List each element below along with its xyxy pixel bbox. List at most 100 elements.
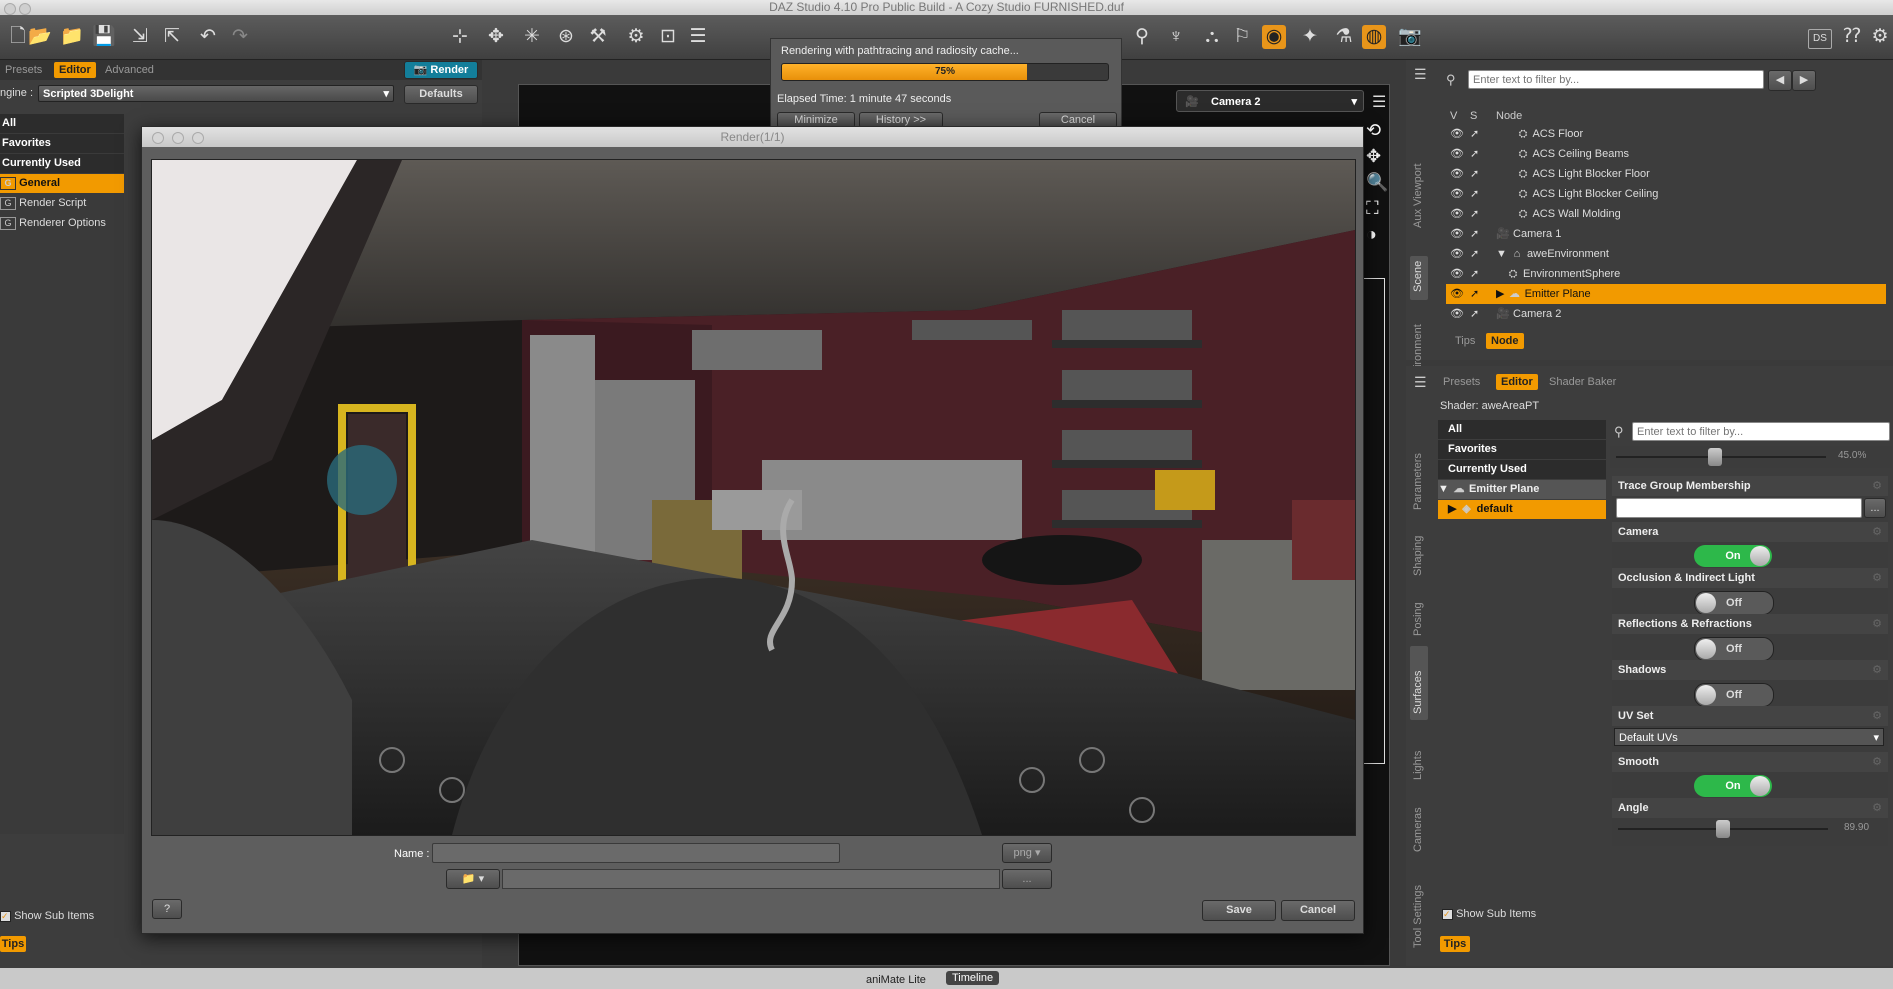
merge-icon[interactable]: 📁	[60, 25, 84, 49]
render-settings-icon[interactable]: ◉	[1262, 25, 1286, 49]
property-filter-input[interactable]	[1632, 422, 1890, 441]
vtab-shaping[interactable]: Shaping	[1412, 536, 1424, 576]
joint-editor-icon[interactable]: ✳	[520, 25, 544, 49]
vtab-aux-viewport[interactable]: Aux Viewport	[1412, 163, 1424, 228]
category-favorites[interactable]: Favorites	[0, 134, 124, 153]
tab-presets[interactable]: Presets	[0, 62, 47, 78]
tips-tab[interactable]: Tips	[0, 936, 26, 952]
scene-node[interactable]: 👁 ➚ ⛭ ACS Floor	[1446, 124, 1886, 144]
cancel-render-window-button[interactable]: Cancel	[1281, 900, 1355, 921]
toggle-switch[interactable]: Off	[1694, 683, 1774, 707]
scripting-icon[interactable]: ⚗	[1332, 25, 1356, 49]
selectable-arrow-icon[interactable]: ➚	[1470, 124, 1479, 144]
visibility-eye-icon[interactable]: 👁	[1450, 224, 1464, 244]
property-gear-icon[interactable]: ⚙	[1872, 801, 1882, 814]
tab-editor[interactable]: Editor	[1496, 374, 1538, 390]
vtab-parameters[interactable]: Parameters	[1412, 453, 1424, 510]
scene-node[interactable]: 👁 ➚ ▶ ☁ Emitter Plane	[1446, 284, 1886, 304]
visibility-eye-icon[interactable]: 👁	[1450, 264, 1464, 284]
vtab-surfaces[interactable]: Surfaces	[1412, 671, 1424, 714]
render-camera-icon[interactable]: 📷	[1398, 25, 1422, 49]
visibility-eye-icon[interactable]: 👁	[1450, 124, 1464, 144]
scene-node[interactable]: 👁 ➚ ⛭ ACS Light Blocker Ceiling	[1446, 184, 1886, 204]
name-input[interactable]	[432, 843, 840, 863]
minimize-window-icon[interactable]	[19, 3, 31, 15]
toggle-switch[interactable]: Off	[1694, 637, 1774, 661]
universal-tool-icon[interactable]: ✥	[484, 25, 508, 49]
scene-node[interactable]: 👁 ➚ ⛭ EnvironmentSphere	[1446, 264, 1886, 284]
visibility-eye-icon[interactable]: 👁	[1450, 304, 1464, 320]
column-selectable[interactable]: S	[1470, 110, 1477, 122]
property-gear-icon[interactable]: ⚙	[1872, 525, 1882, 538]
render-item-renderer-options[interactable]: G Renderer Options	[0, 214, 124, 233]
property-gear-icon[interactable]: ⚙	[1872, 479, 1882, 492]
tab-animate-lite[interactable]: aniMate Lite	[866, 974, 926, 986]
expand-icon[interactable]: ▼	[1438, 483, 1449, 495]
tab-presets[interactable]: Presets	[1438, 374, 1485, 390]
format-select[interactable]: png ▾	[1002, 843, 1052, 863]
help-button[interactable]: ?	[152, 899, 182, 919]
spot-render-icon[interactable]: ◍	[1362, 25, 1386, 49]
figure-tool-icon[interactable]: ♆	[1164, 25, 1188, 49]
open-icon[interactable]: 📂	[28, 25, 52, 49]
slider-handle[interactable]	[1716, 820, 1730, 838]
selectable-arrow-icon[interactable]: ➚	[1470, 224, 1479, 244]
visibility-eye-icon[interactable]: 👁	[1450, 204, 1464, 224]
selectable-arrow-icon[interactable]: ➚	[1470, 184, 1479, 204]
selectable-arrow-icon[interactable]: ➚	[1470, 284, 1479, 304]
surface-tree-emitter-plane[interactable]: ▼ ☁ Emitter Plane	[1438, 480, 1606, 499]
pan-icon[interactable]: ✥	[1366, 146, 1381, 167]
render-button[interactable]: 📷 Render	[404, 61, 478, 79]
selectable-arrow-icon[interactable]: ➚	[1470, 264, 1479, 284]
property-gear-icon[interactable]: ⚙	[1872, 709, 1882, 722]
tab-shader-baker[interactable]: Shader Baker	[1544, 374, 1621, 390]
scene-node[interactable]: 👁 ➚ ⛭ ACS Wall Molding	[1446, 204, 1886, 224]
surface-select-icon[interactable]: ⚲	[1130, 25, 1154, 49]
trace-group-input[interactable]	[1616, 498, 1862, 518]
vtab-tool-settings[interactable]: Tool Settings	[1412, 885, 1424, 948]
content-icon[interactable]: ⚐	[1230, 25, 1254, 49]
tips-tab[interactable]: Tips	[1440, 936, 1470, 952]
scene-node[interactable]: 👁 ➚ ⛭ ACS Ceiling Beams	[1446, 144, 1886, 164]
region-nav-icon[interactable]: ⊡	[656, 25, 680, 49]
tab-editor[interactable]: Editor	[54, 62, 96, 78]
property-gear-icon[interactable]: ⚙	[1872, 617, 1882, 630]
slider-handle[interactable]	[1708, 448, 1722, 466]
vtab-lights[interactable]: Lights	[1412, 751, 1424, 780]
top-slider[interactable]: 45.0%	[1610, 446, 1892, 468]
help-icon[interactable]: ⁇	[1840, 25, 1864, 49]
orbit-icon[interactable]: ⟲	[1366, 120, 1381, 141]
selectable-arrow-icon[interactable]: ➚	[1470, 304, 1479, 320]
ds-logo[interactable]: DS	[1808, 29, 1832, 49]
close-window-icon[interactable]	[4, 3, 16, 15]
property-gear-icon[interactable]: ⚙	[1872, 571, 1882, 584]
toggle-switch[interactable]: On	[1694, 545, 1772, 567]
redo-icon[interactable]: ↷	[228, 25, 252, 49]
selectable-arrow-icon[interactable]: ➚	[1470, 144, 1479, 164]
property-gear-icon[interactable]: ⚙	[1872, 755, 1882, 768]
pose-tool-icon[interactable]: ⚙	[624, 25, 648, 49]
frame-icon[interactable]: ⛶	[1366, 198, 1379, 219]
pane-menu-icon[interactable]: ☰	[1414, 66, 1427, 83]
uv-set-select[interactable]: Default UVs ▾	[1614, 728, 1884, 746]
toggle-switch[interactable]: Off	[1694, 591, 1774, 615]
rotate-icon[interactable]: ⊛	[554, 25, 578, 49]
export-icon[interactable]: ⇱	[160, 25, 184, 49]
tab-advanced[interactable]: Advanced	[100, 62, 159, 78]
category-all[interactable]: All	[0, 114, 124, 133]
scene-node[interactable]: 👁 ➚ 🎥 Camera 1	[1446, 224, 1886, 244]
shader-tool-icon[interactable]: ✦	[1298, 25, 1322, 49]
trace-group-browse-button[interactable]: ...	[1864, 498, 1886, 518]
selectable-arrow-icon[interactable]: ➚	[1470, 244, 1479, 264]
rotate-view-icon[interactable]: ◑	[1366, 224, 1377, 245]
pane-menu-icon[interactable]: ☰	[1414, 374, 1427, 391]
toggle-switch[interactable]: On	[1694, 775, 1772, 797]
expand-icon[interactable]: ▼	[1496, 248, 1510, 260]
visibility-eye-icon[interactable]: 👁	[1450, 284, 1464, 304]
tool-icon[interactable]: ⚒	[586, 25, 610, 49]
show-sub-items-checkbox[interactable]: ✓ Show Sub Items	[0, 910, 94, 922]
visibility-eye-icon[interactable]: 👁	[1450, 164, 1464, 184]
visibility-eye-icon[interactable]: 👁	[1450, 244, 1464, 264]
tab-tips[interactable]: Tips	[1450, 333, 1480, 349]
engine-select[interactable]: Scripted 3Delight ▾	[38, 85, 394, 102]
